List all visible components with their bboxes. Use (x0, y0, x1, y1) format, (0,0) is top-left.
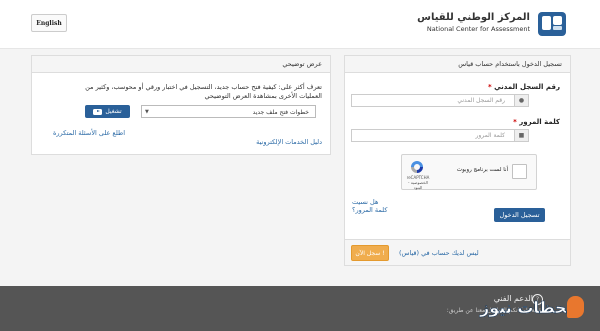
no-account-link[interactable]: ليس لديك حساب في (قياس) (399, 249, 479, 257)
register-bar: ليس لديك حساب في (قياس) سجل الآن ! (345, 239, 570, 265)
faq-link[interactable]: اطلع على الأسئلة المتكررة (53, 129, 125, 137)
ncc-logo-icon (538, 12, 566, 36)
org-name-ar: المركز الوطني للقياس (417, 12, 530, 23)
recaptcha-brand: reCAPTCHA الخصوصية - البنود (406, 175, 430, 190)
login-panel-title: تسجيل الدخول باستخدام حساب قياس (345, 56, 570, 73)
watermark-balloon-icon (567, 296, 584, 318)
password-label: كلمة المرور * (513, 118, 560, 126)
password-label-text: كلمة المرور (519, 118, 560, 126)
recaptcha-terms[interactable]: الخصوصية - البنود (406, 180, 430, 190)
user-icon: ● (514, 95, 528, 106)
required-mark: * (487, 83, 492, 91)
org-name: المركز الوطني للقياس National Center for… (417, 12, 530, 33)
language-toggle-button[interactable]: English (31, 14, 67, 32)
demo-panel-title: عرض توضيحي (32, 56, 330, 73)
demo-select[interactable]: خطوات فتح ملف جديد ▼ (141, 105, 316, 118)
forgot-password-link[interactable]: هل نسيت كلمة المرور؟ (352, 198, 392, 214)
demo-select-value: خطوات فتح ملف جديد (252, 109, 309, 116)
login-panel: تسجيل الدخول باستخدام حساب قياس رقم السج… (344, 55, 571, 266)
site-header: English المركز الوطني للقياس National Ce… (0, 0, 600, 49)
password-placeholder: كلمة المرور (475, 132, 505, 139)
eservices-guide-link[interactable]: دليل الخدمات الإلكترونية (256, 138, 322, 146)
recaptcha-widget: أنا لست برنامج روبوت reCAPTCHA الخصوصية … (401, 154, 537, 190)
recaptcha-checkbox[interactable] (512, 164, 527, 179)
lock-icon: ■ (514, 130, 528, 141)
play-button[interactable]: تشغيل (85, 105, 130, 118)
civil-id-label: رقم السجل المدني * (488, 83, 560, 91)
login-button[interactable]: تسجيل الدخول (494, 208, 545, 222)
civil-id-placeholder: رقم السجل المدني (457, 97, 505, 104)
watermark-text: لحظات نيوز (480, 298, 574, 318)
recaptcha-label: أنا لست برنامج روبوت (456, 167, 508, 173)
register-button[interactable]: سجل الآن ! (351, 245, 389, 261)
recaptcha-icon (411, 161, 423, 173)
civil-id-input[interactable]: رقم السجل المدني ● (351, 94, 529, 107)
caret-down-icon: ▼ (145, 109, 149, 115)
demo-panel: عرض توضيحي تعرف أكثر على: كيفية فتح حساب… (31, 55, 331, 155)
youtube-play-icon (93, 108, 103, 115)
password-input[interactable]: كلمة المرور ■ (351, 129, 529, 142)
watermark-logo: لحظات نيوز (478, 290, 588, 326)
civil-id-label-text: رقم السجل المدني (494, 83, 560, 91)
demo-description: تعرف أكثر على: كيفية فتح حساب جديد، التس… (85, 83, 322, 100)
play-button-label: تشغيل (105, 108, 122, 115)
required-mark: * (513, 118, 517, 126)
org-name-en: National Center for Assessment (426, 25, 530, 33)
